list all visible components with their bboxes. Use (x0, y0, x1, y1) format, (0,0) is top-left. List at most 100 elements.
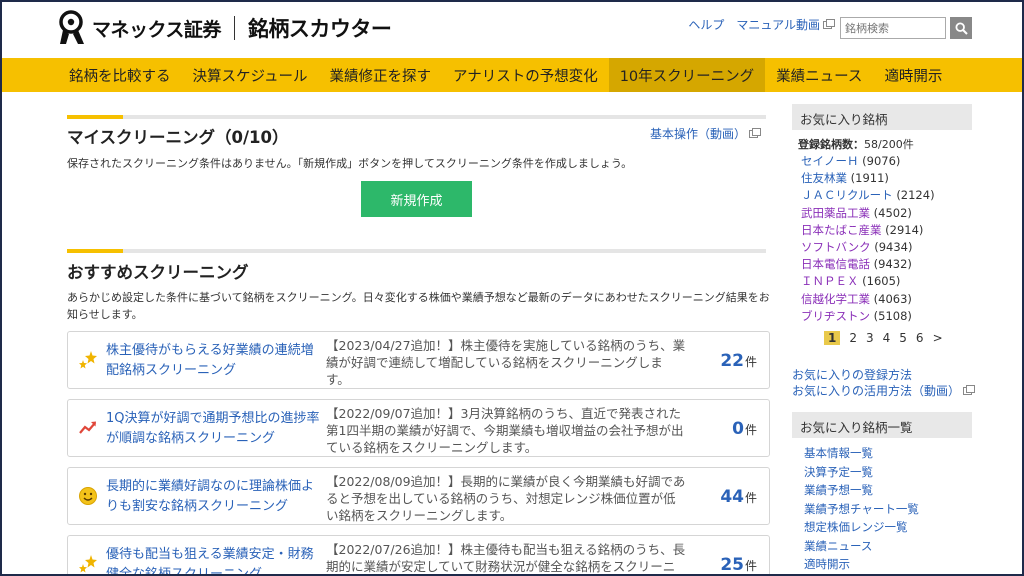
favorite-stock-link[interactable]: 住友林業 (801, 171, 847, 185)
favorites-list-header: お気に入り銘柄一覧 (792, 412, 972, 439)
favorites-view-link[interactable]: 想定株価レンジ一覧 (804, 518, 972, 537)
screening-card: 優待も配当も狙える業績安定・財務健全な銘柄スクリーニング 【2022/07/26追… (67, 535, 770, 576)
screening-description: 【2023/04/27追加！】株主優待を実施している銘柄のうち、業績が好調で連続… (326, 338, 686, 387)
screening-title-link[interactable]: 1Q決算が好調で通期予想比の進捗率が順調な銘柄スクリーニング (106, 409, 320, 449)
result-count-unit: 件 (744, 559, 757, 573)
favorites-view-link[interactable]: 適時開示 (804, 555, 972, 574)
favorite-stock-link[interactable]: 日本たばこ産業 (801, 223, 882, 237)
favorite-stock-item: ＩＮＰＥＸ (1605) (801, 273, 972, 290)
result-count-number: 44 (720, 487, 744, 507)
favorites-view-link[interactable]: 基本情報一覧 (804, 444, 972, 463)
nav-item[interactable]: 10年スクリーニング (608, 58, 766, 92)
result-count[interactable]: 0件 (732, 419, 757, 439)
pager-page[interactable]: 3 (866, 331, 874, 345)
nav-item[interactable]: 銘柄を比較する (58, 58, 182, 92)
logo[interactable]: マネックス証券 銘柄スカウター (58, 8, 392, 48)
external-window-icon (749, 127, 761, 138)
favorite-stock-link[interactable]: ＪＡＣリクルート (801, 188, 893, 202)
screening-card: 長期的に業績好調なのに理論株価よりも割安な銘柄スクリーニング 【2022/08/0… (67, 467, 770, 525)
trend-up-icon (78, 418, 98, 438)
stock-code: (5108) (873, 308, 912, 323)
favorite-stock-item: 日本たばこ産業 (2914) (801, 222, 972, 239)
new-create-button[interactable]: 新規作成 (361, 181, 472, 217)
search-input[interactable] (840, 17, 946, 39)
favorites-view-link[interactable]: 決算予定一覧 (804, 463, 972, 482)
favorite-stock-item: 住友林業 (1911) (801, 170, 972, 187)
favorite-stock-link[interactable]: ＩＮＰＥＸ (801, 274, 859, 288)
result-count-number: 22 (720, 351, 744, 371)
result-count-unit: 件 (744, 355, 757, 369)
external-window-icon (823, 18, 835, 29)
favorite-stock-item: ブリヂストン (5108) (801, 308, 972, 325)
stock-search (840, 17, 972, 39)
favorite-stock-item: セイノーＨ (9076) (801, 153, 972, 170)
stars-icon (78, 554, 98, 574)
result-count-number: 0 (732, 419, 744, 439)
section-rule (67, 115, 766, 119)
favorites-usage-video-link[interactable]: お気に入りの活用方法（動画） (792, 383, 975, 399)
favorite-stock-link[interactable]: 日本電信電話 (801, 257, 870, 271)
sidebar: お気に入り銘柄 登録銘柄数：58/200件 セイノーＨ (9076) 住友林業 (… (792, 104, 975, 574)
favorites-list: セイノーＨ (9076) 住友林業 (1911) ＪＡＣリクルート (2124) 武田… (792, 153, 972, 325)
favorite-stock-link[interactable]: セイノーＨ (801, 154, 859, 168)
nav-item[interactable]: 業績ニュース (765, 58, 873, 92)
favorite-stock-link[interactable]: ブリヂストン (801, 309, 870, 323)
result-count[interactable]: 44 件 (720, 487, 757, 507)
favorites-help-links: お気に入りの登録方法 お気に入りの活用方法（動画） (792, 367, 975, 399)
empty-message: 保存されたスクリーニング条件はありません。「新規作成」ボタンを押してスクリーニン… (67, 157, 633, 170)
stock-code: (4502) (873, 205, 912, 220)
stock-code: (1605) (862, 274, 901, 289)
favorites-view-link[interactable]: 業績予想チャート一覧 (804, 500, 972, 519)
nav-item[interactable]: 決算スケジュール (182, 58, 319, 92)
basic-operation-video-link[interactable]: 基本操作（動画） (650, 125, 761, 142)
search-icon (954, 21, 968, 35)
result-count-number: 25 (720, 555, 744, 575)
favorites-view-list: 基本情報一覧 決算予定一覧 業績予想一覧 業績予想チャート一覧 想定株価レンジ一覧 業績ニ… (792, 444, 972, 574)
favorites-registration-link[interactable]: お気に入りの登録方法 (792, 367, 972, 383)
pager-next[interactable]: > (933, 331, 943, 345)
screening-card: 株主優待がもらえる好業績の連続増配銘柄スクリーニング 【2023/04/27追加！… (67, 331, 770, 389)
favorite-stock-item: ＪＡＣリクルート (2124) (801, 187, 972, 204)
stock-code: (4063) (873, 291, 912, 306)
manual-video-link[interactable]: マニュアル動画 (736, 16, 835, 33)
favorites-header: お気に入り銘柄 (792, 104, 972, 130)
result-count-unit: 件 (744, 423, 757, 437)
site-header: マネックス証券 銘柄スカウター ヘルプ マニュアル動画 (0, 0, 1024, 58)
pager-page[interactable]: 4 (883, 331, 891, 345)
screening-description: 【2022/08/09追加！】長期的に業績が良く今期業績も好調であると予想を出し… (326, 474, 686, 523)
favorites-view-link[interactable]: 業績ニュース (804, 537, 972, 556)
pager-page[interactable]: 5 (899, 331, 907, 345)
external-window-icon (963, 385, 975, 396)
result-count-unit: 件 (744, 491, 757, 505)
favorite-stock-item: ソフトバンク (9434) (801, 239, 972, 256)
favorite-stock-item: 日本電信電話 (9432) (801, 256, 972, 273)
nav-list: 銘柄を比較する 決算スケジュール 業績修正を探す アナリストの予想変化 10年スクリーニ… (58, 58, 953, 92)
favorites-pager: 1 2 3 4 5 6 > (824, 331, 972, 346)
stock-code: (9076) (862, 154, 901, 168)
favorite-stock-link[interactable]: 武田薬品工業 (801, 206, 870, 220)
screening-title-link[interactable]: 長期的に業績好調なのに理論株価よりも割安な銘柄スクリーニング (106, 477, 320, 517)
nav-item[interactable]: アナリストの予想変化 (442, 58, 609, 92)
result-count[interactable]: 25 件 (720, 555, 757, 575)
screening-title-link[interactable]: 株主優待がもらえる好業績の連続増配銘柄スクリーニング (106, 341, 320, 381)
recommended-section: おすすめスクリーニング あらかじめ設定した条件に基づいて銘柄をスクリーニング。日… (67, 249, 770, 576)
pager-page[interactable]: 1 (824, 331, 841, 346)
favorite-stock-link[interactable]: 信越化学工業 (801, 292, 870, 306)
recommended-title: おすすめスクリーニング (67, 263, 249, 282)
nav-item[interactable]: 適時開示 (873, 58, 953, 92)
favorite-stock-item: 武田薬品工業 (4502) (801, 205, 972, 222)
favorites-view-link[interactable]: 業績予想一覧 (804, 481, 972, 500)
search-button[interactable] (950, 17, 972, 39)
smiley-icon (78, 486, 98, 506)
recommended-description: あらかじめ設定した条件に基づいて銘柄をスクリーニング。日々変化する株価や業績予想… (67, 291, 770, 321)
pager-page[interactable]: 2 (849, 331, 857, 345)
favorite-stock-link[interactable]: ソフトバンク (801, 240, 871, 254)
favorite-stock-item: 信越化学工業 (4063) (801, 291, 972, 308)
logo-divider (233, 16, 235, 40)
result-count[interactable]: 22 件 (720, 351, 757, 371)
help-link[interactable]: ヘルプ (688, 16, 724, 33)
product-name: 銘柄スカウター (247, 17, 392, 41)
nav-item[interactable]: 業績修正を探す (318, 58, 442, 92)
pager-page[interactable]: 6 (916, 331, 924, 345)
screening-title-link[interactable]: 優待も配当も狙える業績安定・財務健全な銘柄スクリーニング (106, 545, 320, 576)
